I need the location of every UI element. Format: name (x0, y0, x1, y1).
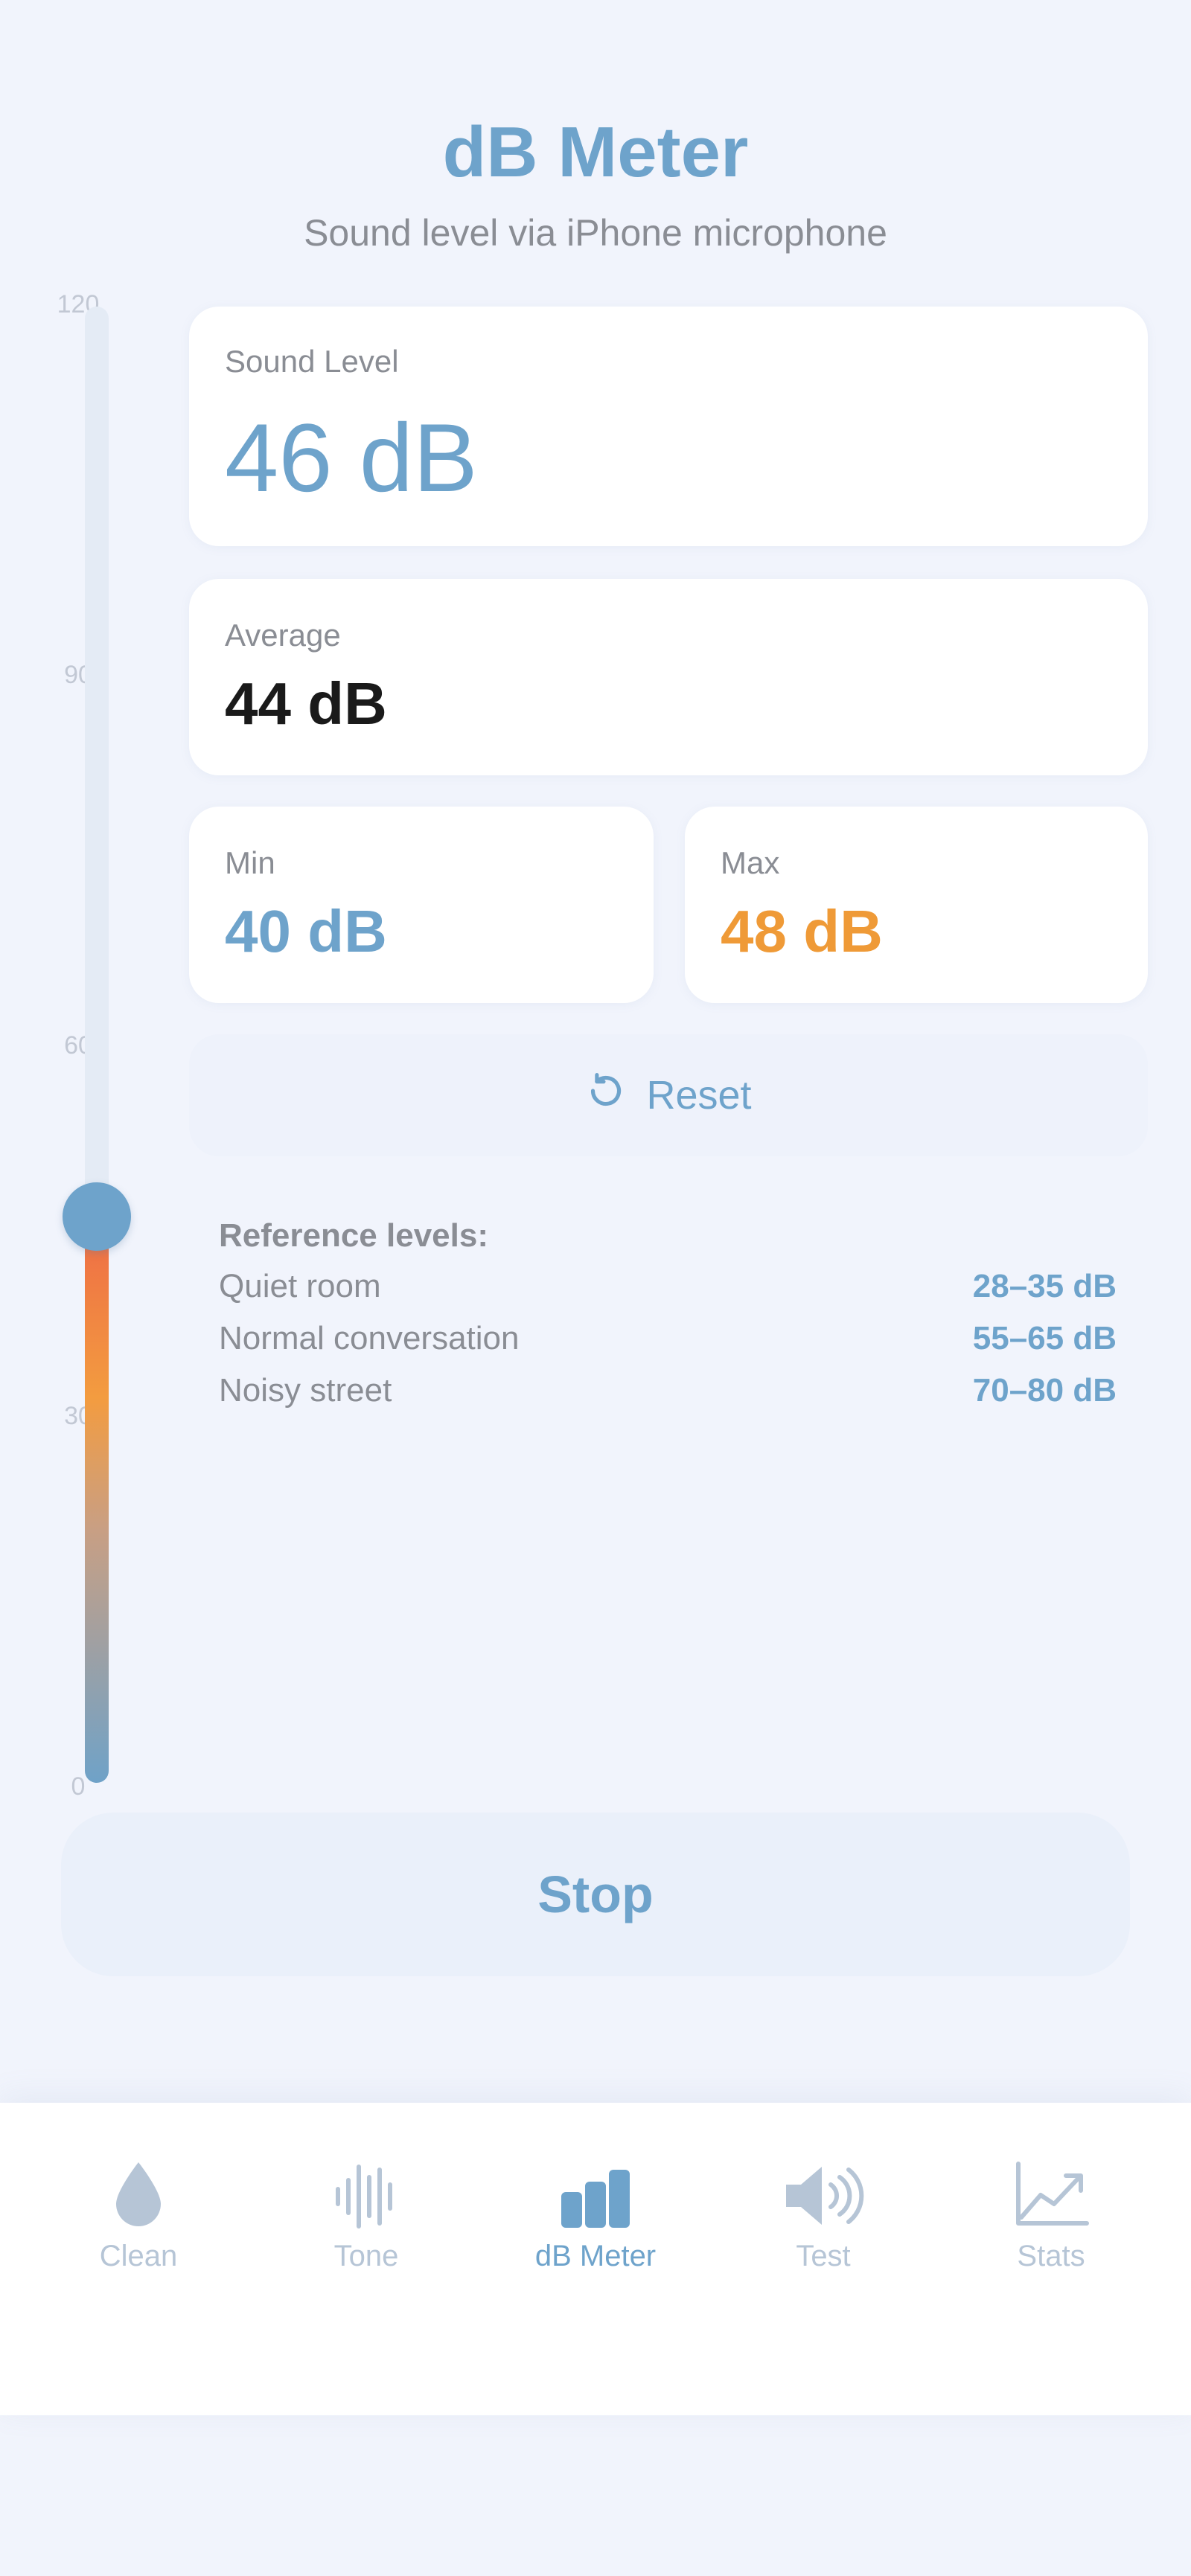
max-card: Max 48 dB (685, 807, 1148, 1003)
average-label: Average (225, 618, 341, 653)
page-subtitle: Sound level via iPhone microphone (304, 212, 887, 254)
tab-tone[interactable]: Tone (255, 2103, 478, 2296)
reference-name: Normal conversation (219, 1320, 520, 1356)
sound-level-label: Sound Level (225, 344, 399, 379)
waveform-icon (322, 2155, 411, 2237)
tab-label: dB Meter (534, 2240, 657, 2272)
trend-chart-icon (1006, 2155, 1096, 2237)
tab-test[interactable]: Test (712, 2103, 935, 2296)
average-card: Average 44 dB (189, 579, 1148, 775)
reference-row: Noisy street 70–80 dB (219, 1372, 1117, 1417)
average-value: 44 dB (225, 670, 387, 737)
reference-row: Quiet room 28–35 dB (219, 1268, 1117, 1313)
max-label: Max (721, 845, 780, 880)
reference-range: 70–80 dB (972, 1372, 1117, 1409)
tab-clean[interactable]: Clean (27, 2103, 250, 2296)
max-value: 48 dB (721, 898, 883, 964)
speaker-wave-icon (779, 2155, 868, 2237)
reference-range: 55–65 dB (972, 1320, 1117, 1356)
min-value: 40 dB (225, 898, 387, 964)
sound-level-card: Sound Level 46 dB (189, 307, 1148, 546)
min-label: Min (225, 845, 275, 880)
sound-level-value: 46 dB (225, 403, 478, 512)
reset-icon (585, 1070, 646, 1121)
min-card: Min 40 dB (189, 807, 654, 1003)
meter-fill (85, 1217, 109, 1783)
tab-label: Tone (333, 2240, 399, 2272)
reset-label: Reset (646, 1073, 752, 1118)
stop-button[interactable]: Stop (61, 1813, 1130, 1976)
reference-name: Quiet room (219, 1268, 381, 1304)
tab-stats[interactable]: Stats (939, 2103, 1163, 2296)
tab-label: Test (796, 2240, 851, 2272)
reference-title: Reference levels: (219, 1217, 488, 1254)
tab-label: Stats (1017, 2240, 1085, 2272)
reference-range: 28–35 dB (972, 1268, 1117, 1304)
reference-row: Normal conversation 55–65 dB (219, 1320, 1117, 1365)
reference-name: Noisy street (219, 1372, 392, 1409)
tab-bar: Clean Tone dB Meter Test Stats (0, 2103, 1191, 2415)
drop-icon (94, 2155, 183, 2237)
page-title: dB Meter (442, 112, 749, 192)
reset-button[interactable]: Reset (189, 1034, 1148, 1156)
meter-level-indicator (63, 1182, 131, 1251)
tab-db-meter[interactable]: dB Meter (484, 2103, 707, 2296)
tab-label: Clean (99, 2240, 178, 2272)
bar-chart-icon (551, 2155, 640, 2237)
